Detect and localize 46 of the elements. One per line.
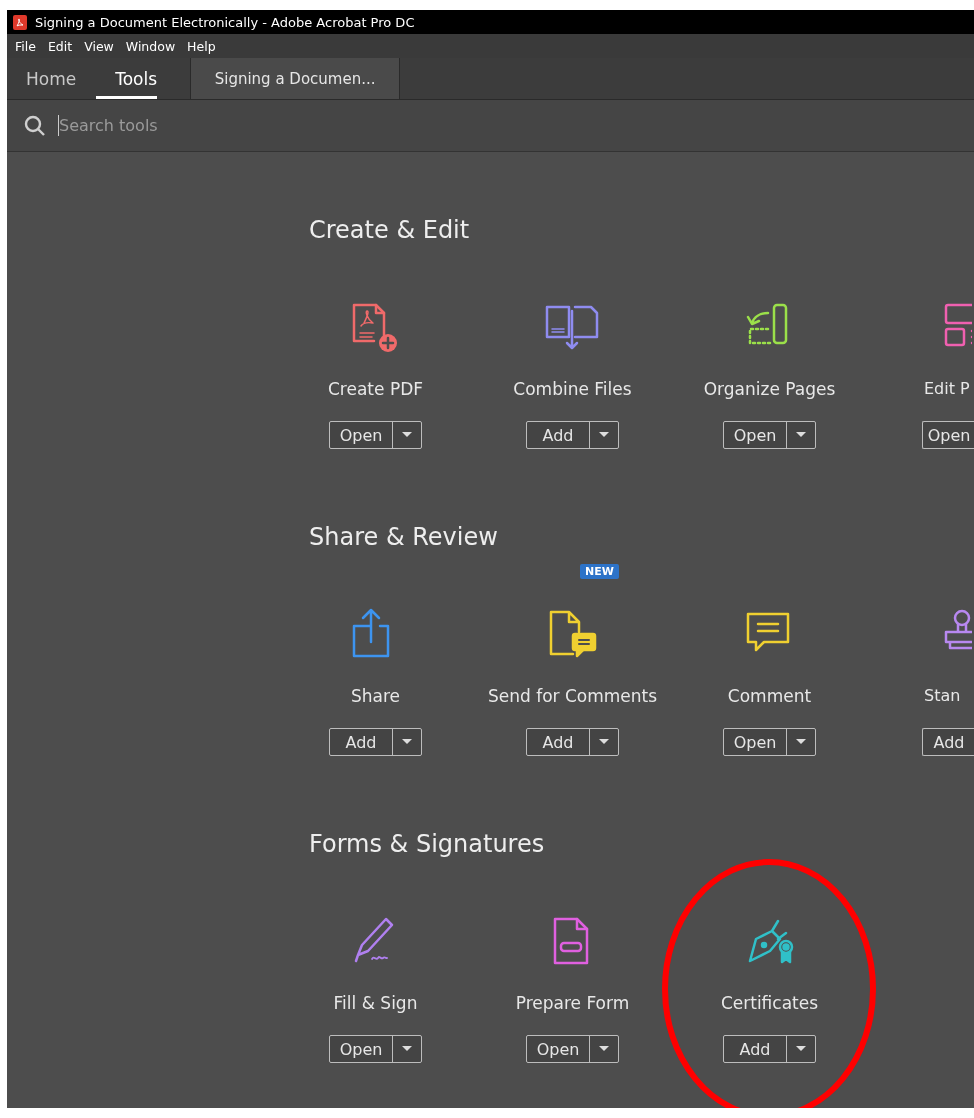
tool-name: Comment — [727, 686, 812, 708]
caret-icon — [796, 739, 806, 745]
tool-name: Prepare Form — [515, 993, 630, 1015]
tool-action-button[interactable]: Open — [724, 422, 786, 448]
tool-action-button[interactable]: Add — [527, 729, 589, 755]
tool-action-button[interactable]: Open — [330, 1036, 392, 1062]
tool-name: Certificates — [720, 993, 819, 1015]
caret-icon — [599, 739, 609, 745]
new-badge: NEW — [580, 564, 619, 579]
tool-action-button[interactable]: Open — [724, 729, 786, 755]
menu-item[interactable]: File — [15, 38, 36, 54]
caret-icon — [402, 432, 412, 438]
tool-name: Edit P — [924, 379, 970, 400]
app-logo-icon — [13, 14, 27, 30]
tool-action-button[interactable]: Add — [527, 422, 589, 448]
document-tab[interactable]: Signing a Documen... — [190, 58, 401, 99]
menu-item[interactable]: Help — [187, 38, 216, 54]
section-heading: Forms & Signatures — [309, 830, 546, 860]
section-heading: Create & Edit — [309, 216, 471, 246]
tool-name: Combine Files — [513, 379, 632, 401]
menu-item[interactable]: Edit — [47, 38, 73, 54]
caret-icon — [599, 1046, 609, 1052]
tool-name: Create PDF — [328, 379, 423, 401]
nav-tab[interactable]: Home — [7, 58, 77, 99]
window-title: Signing a Document Electronically - Adobe Acrobat Pro DC — [35, 14, 415, 30]
tool-action-button[interactable]: Add — [330, 729, 392, 755]
tool-name: Stan — [924, 686, 961, 707]
caret-icon — [402, 739, 412, 745]
caret-icon — [402, 1046, 412, 1052]
tool-action-button[interactable]: Add — [922, 728, 974, 756]
tool-name: Organize Pages — [703, 379, 836, 401]
tool-action-button[interactable]: Add — [724, 1036, 786, 1062]
caret-icon — [796, 432, 806, 438]
menu-item[interactable]: View — [84, 38, 114, 54]
tool-action-button[interactable]: Open — [527, 1036, 589, 1062]
menu-item[interactable]: Window — [125, 38, 176, 54]
caret-icon — [599, 432, 609, 438]
tool-name: Share — [350, 686, 401, 708]
section-heading: Share & Review — [309, 523, 499, 553]
tool-action-button[interactable]: Open — [330, 422, 392, 448]
tool-name: Send for Comments — [487, 686, 658, 708]
caret-icon — [796, 1046, 806, 1052]
tool-name: Fill & Sign — [333, 993, 418, 1015]
search-icon — [24, 114, 46, 137]
tool-action-button[interactable]: Open — [922, 421, 974, 449]
search-field[interactable]: Search tools — [58, 115, 361, 136]
